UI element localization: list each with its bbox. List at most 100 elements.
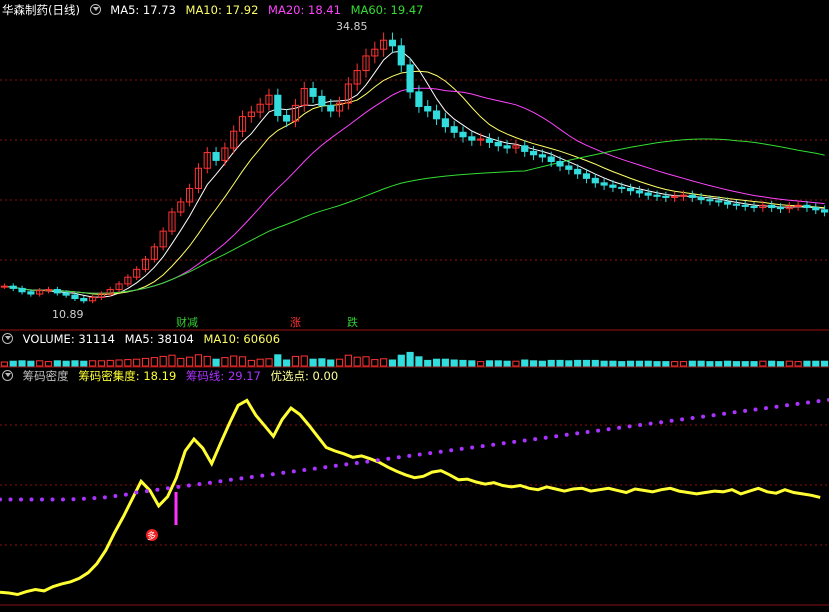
volume-bar-13 — [115, 359, 123, 367]
volume-bar-66 — [582, 359, 591, 367]
chip-line-dot-33 — [344, 462, 349, 467]
chip-line-dot-54 — [564, 432, 569, 437]
stock-chart[interactable]: 34.85 10.89 财减 涨 跌 多 — [0, 0, 829, 612]
volume-bar-83 — [732, 361, 740, 367]
signal-label-2: 跌 — [347, 315, 358, 329]
chip-line-dot-16 — [165, 486, 170, 491]
chip-line-dot-21 — [218, 479, 223, 484]
chip-line-dot-41 — [428, 451, 433, 456]
volume-bar-41 — [362, 356, 370, 367]
volume-bar-18 — [159, 355, 167, 367]
volume-bar-36 — [318, 358, 326, 367]
candle-body-83 — [732, 203, 740, 206]
candle-body-32 — [283, 114, 291, 122]
volume-bar-14 — [124, 359, 132, 367]
volume-bar-72 — [635, 360, 643, 367]
volume-bar-78 — [688, 360, 696, 367]
candle-body-47 — [415, 91, 423, 107]
volume-bar-30 — [265, 358, 273, 367]
candle-body-62 — [547, 156, 555, 163]
candle-body-3 — [27, 291, 35, 295]
volume-bar-43 — [380, 358, 388, 367]
candle-body-9 — [80, 298, 88, 302]
chip-line-dot-40 — [417, 452, 422, 457]
volume-bar-53 — [468, 360, 476, 367]
chip-density-plot — [0, 397, 829, 597]
candle-body-75 — [662, 195, 670, 198]
candle-body-91 — [803, 204, 811, 209]
volume-bar-7 — [62, 360, 70, 367]
chip-line-dot-55 — [575, 431, 580, 436]
chip-line-dot-62 — [648, 421, 653, 426]
chip-line-dot-24 — [249, 475, 254, 479]
volume-bar-42 — [371, 359, 379, 367]
chip-line-dot-77 — [806, 400, 810, 405]
chip-line-dot-2 — [19, 497, 23, 502]
chip-line-dot-65 — [680, 417, 685, 422]
chip-line-dot-71 — [743, 408, 748, 413]
chip-line-dot-17 — [176, 484, 181, 489]
volume-bar-81 — [715, 361, 723, 367]
volume-bar-22 — [194, 354, 203, 367]
volume-bar-76 — [671, 361, 679, 367]
candle-body-8 — [71, 294, 79, 300]
volume-bar-64 — [565, 360, 573, 367]
chip-line-dot-56 — [585, 430, 590, 434]
candle-body-80 — [706, 199, 714, 202]
volume-bar-55 — [485, 360, 494, 367]
candle-body-82 — [723, 201, 732, 205]
volume-bar-48 — [424, 359, 432, 367]
chip-line-dot-76 — [795, 401, 800, 406]
chip-line-dot-53 — [554, 434, 559, 439]
candle-body-0 — [0, 285, 8, 288]
volume-bar-92 — [812, 360, 820, 367]
volume-bar-45 — [397, 354, 405, 367]
volume-bar-51 — [450, 359, 458, 367]
chip-line-dot-25 — [260, 473, 265, 478]
chip-line-dot-0 — [0, 497, 2, 502]
chip-line-dot-35 — [365, 459, 370, 464]
candle-body-31 — [274, 94, 282, 116]
volume-bar-62 — [547, 359, 555, 367]
chip-line-dot-8 — [81, 496, 86, 501]
volume-bar-75 — [662, 361, 670, 367]
volume-bar-35 — [309, 358, 317, 367]
candle-body-93 — [821, 209, 829, 213]
candle-body-36 — [318, 95, 326, 106]
volume-bar-49 — [432, 358, 441, 367]
candle-body-52 — [459, 131, 467, 138]
volume-bar-73 — [644, 360, 652, 367]
chip-line-dot-66 — [690, 416, 695, 420]
chip-line-dot-32 — [333, 463, 338, 468]
volume-bar-39 — [344, 354, 352, 367]
candle-body-46 — [406, 64, 414, 93]
chip-line-dot-20 — [207, 480, 212, 485]
chip-line-dot-73 — [764, 406, 768, 411]
volume-bar-44 — [388, 359, 397, 367]
chip-line-dot-34 — [354, 461, 359, 465]
ma20-line — [4, 87, 825, 294]
volume-bar-29 — [256, 358, 264, 367]
volume-bar-91 — [803, 360, 811, 367]
chip-line-dot-74 — [774, 404, 779, 409]
chip-line-dot-31 — [323, 465, 328, 470]
chip-line-dot-67 — [701, 414, 706, 419]
volume-bar-87 — [768, 360, 776, 367]
candle-body-68 — [600, 182, 608, 186]
chip-line-dot-22 — [228, 477, 233, 482]
chip-line-dot-57 — [596, 428, 601, 433]
volume-bar-8 — [71, 360, 79, 367]
volume-bar-33 — [291, 355, 300, 367]
candle-body-64 — [565, 165, 573, 170]
volume-bar-63 — [556, 359, 564, 367]
chip-line-dot-23 — [239, 476, 244, 481]
candle-body-53 — [468, 136, 476, 141]
volume-bar-21 — [186, 356, 194, 367]
signal-label-0: 财减 — [176, 315, 198, 329]
candle-body-59 — [521, 145, 529, 152]
candle-body-45 — [397, 45, 405, 66]
signal-label-1: 涨 — [290, 316, 301, 329]
chip-line-dot-19 — [197, 482, 202, 487]
chip-line-dot-28 — [291, 469, 296, 474]
chip-line-dot-26 — [270, 472, 275, 477]
